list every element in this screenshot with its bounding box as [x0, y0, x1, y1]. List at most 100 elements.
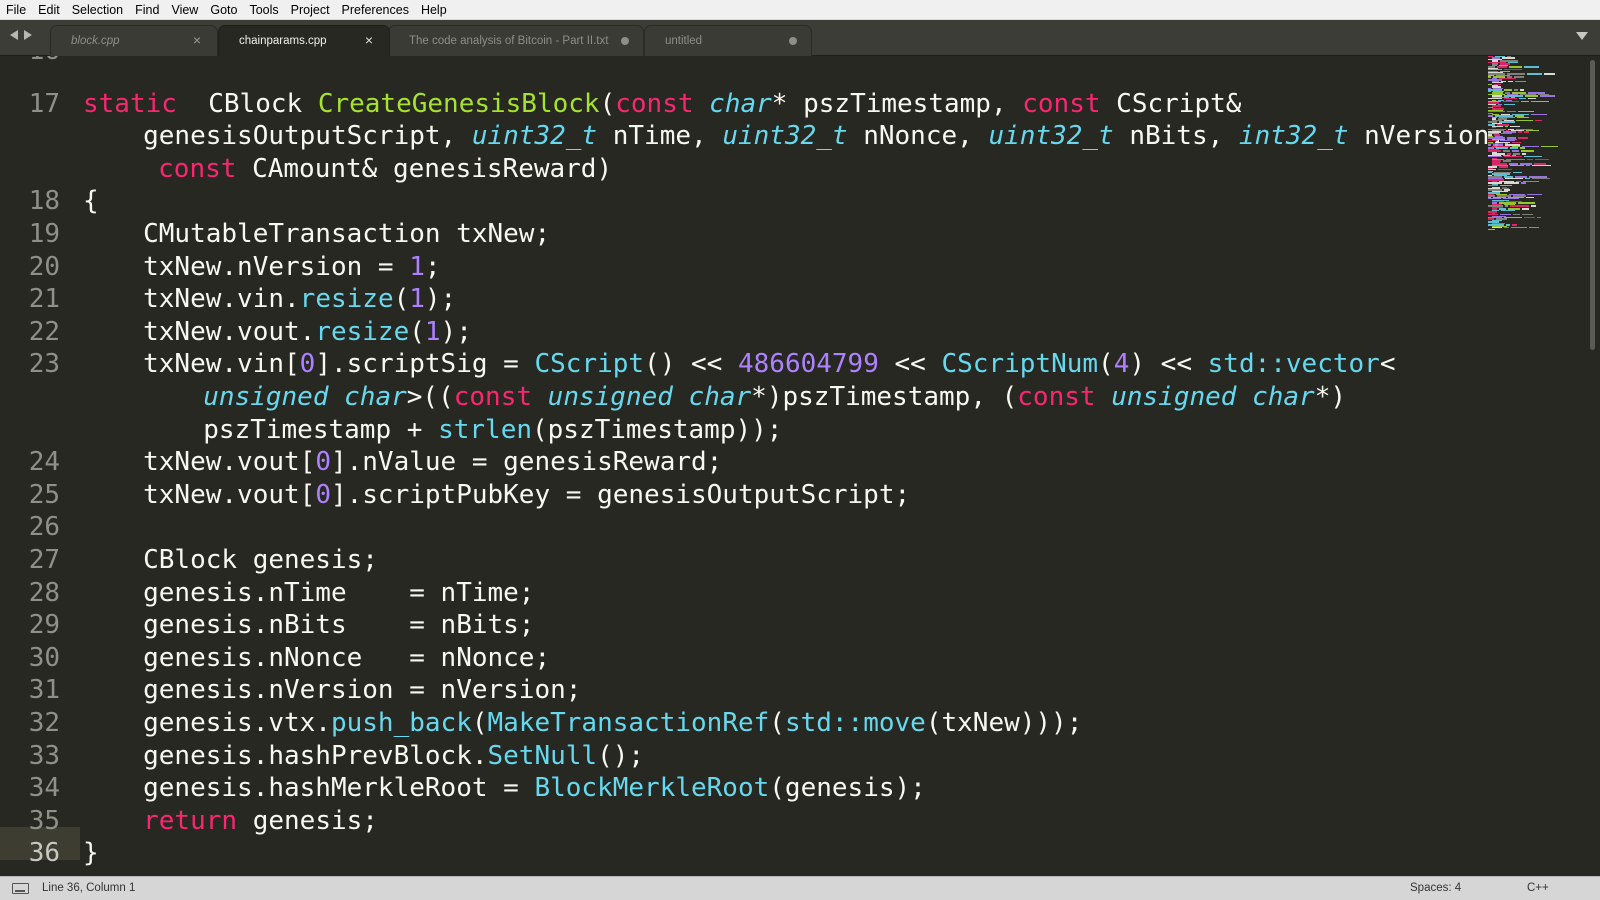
tab-navigation: [10, 30, 32, 40]
code-line[interactable]: CMutableTransaction txNew;: [143, 218, 550, 251]
code-token: CMutableTransaction txNew;: [143, 219, 551, 249]
tab-untitled[interactable]: untitled: [644, 25, 812, 56]
minimap-stroke: [1509, 147, 1519, 149]
minimap-stroke: [1514, 80, 1527, 83]
minimap-stroke: [1523, 131, 1529, 133]
line-number: 17: [28, 88, 60, 119]
code-line[interactable]: {: [83, 185, 99, 218]
menu-find[interactable]: Find: [129, 0, 165, 20]
code-token: 1: [409, 251, 425, 282]
minimap-stroke: [1526, 193, 1543, 196]
minimap-stroke: [1506, 224, 1510, 226]
code-line[interactable]: txNew.vout[0].nValue = genesisReward;: [143, 446, 722, 479]
minimap-stroke: [1507, 111, 1517, 113]
line-number: 24: [28, 447, 60, 478]
minimap-stroke: [1541, 145, 1559, 148]
code-token: genesis.nVersion = nVersion;: [143, 675, 582, 706]
indentation-setting[interactable]: Spaces: 4: [1410, 882, 1461, 894]
minimap-stroke: [1510, 205, 1529, 207]
code-line[interactable]: genesis.nVersion = nVersion;: [143, 674, 581, 707]
menu-help[interactable]: Help: [415, 0, 453, 20]
code-line[interactable]: unsigned char>((const unsigned char*)psz…: [203, 381, 1346, 414]
scroll-thumb[interactable]: [1590, 60, 1595, 350]
code-area[interactable]: static CBlock CreateGenesisBlock(const c…: [83, 56, 1505, 876]
code-token: (genesis);: [769, 773, 926, 804]
minimap-stroke: [1526, 164, 1531, 167]
triangle-right-icon[interactable]: [24, 30, 32, 40]
code-line[interactable]: }: [83, 837, 99, 870]
minimap-stroke: [1519, 89, 1525, 91]
code-line[interactable]: txNew.vout[0].scriptPubKey = genesisOutp…: [143, 479, 910, 512]
code-token: <: [1379, 349, 1396, 380]
code-line[interactable]: txNew.nVersion = 1;: [143, 251, 440, 284]
code-token: ();: [597, 740, 645, 771]
code-line[interactable]: txNew.vin.resize(1);: [143, 283, 456, 316]
syntax-selector[interactable]: C++: [1527, 882, 1549, 894]
code-line[interactable]: genesis.nTime = nTime;: [143, 577, 534, 610]
code-token: 4: [1113, 349, 1130, 380]
code-line[interactable]: pszTimestamp + strlen(pszTimestamp));: [203, 414, 782, 447]
code-editor[interactable]: 16 17 181920212223 242526272829303132333435…: [0, 56, 1600, 876]
panel-toggle-icon[interactable]: [12, 883, 29, 894]
dot-icon[interactable]: [789, 37, 797, 45]
minimap-stroke: [1516, 119, 1534, 122]
code-line[interactable]: txNew.vin[0].scriptSig = CScript() << 48…: [143, 348, 1395, 381]
code-token: genesis.hashPrevBlock.: [143, 740, 488, 771]
minimap-stroke: [1520, 182, 1526, 184]
chevron-down-icon[interactable]: [1576, 32, 1588, 40]
code-token: int32_t: [1238, 121, 1349, 152]
code-line[interactable]: genesis.nNonce = nNonce;: [143, 642, 550, 675]
minimap-stroke: [1504, 177, 1524, 180]
triangle-left-icon[interactable]: [10, 30, 18, 40]
minimap-stroke: [1518, 131, 1522, 133]
menu-preferences[interactable]: Preferences: [336, 0, 415, 20]
close-icon[interactable]: ×: [365, 33, 373, 47]
close-icon[interactable]: ×: [193, 33, 201, 47]
minimap-stroke: [1535, 119, 1543, 122]
menu-goto[interactable]: Goto: [204, 0, 243, 20]
menu-tools[interactable]: Tools: [243, 0, 284, 20]
code-token: txNew.vout[: [143, 479, 316, 510]
minimap-stroke: [1496, 66, 1508, 68]
minimap-stroke: [1488, 76, 1492, 78]
cursor-position[interactable]: Line 36, Column 1: [42, 882, 135, 894]
code-token: uint32_t: [988, 121, 1114, 152]
tab-block-cpp[interactable]: block.cpp ×: [50, 25, 218, 56]
code-token: const: [615, 88, 694, 119]
menu-edit[interactable]: Edit: [32, 0, 66, 20]
code-line[interactable]: genesisOutputScript, uint32_t nTime, uin…: [143, 120, 1505, 153]
tab-chainparams-cpp[interactable]: chainparams.cpp ×: [218, 25, 390, 56]
code-token: const: [158, 153, 237, 184]
code-token: * pszTimestamp,: [771, 88, 1023, 119]
minimap-stroke: [1510, 227, 1528, 229]
tab-code-analysis-txt[interactable]: The code analysis of Bitcoin - Part II.t…: [388, 25, 644, 56]
line-number: 35: [28, 805, 60, 836]
minimap[interactable]: [1488, 56, 1584, 256]
code-token: CScriptNum: [941, 349, 1099, 380]
menu-file[interactable]: File: [0, 0, 32, 20]
menu-selection[interactable]: Selection: [66, 0, 129, 20]
dot-icon[interactable]: [621, 37, 629, 45]
vertical-scrollbar[interactable]: [1586, 56, 1600, 876]
code-token: resize: [299, 284, 394, 315]
menu-view[interactable]: View: [165, 0, 204, 20]
code-token: (: [393, 284, 410, 315]
code-line[interactable]: return genesis;: [143, 805, 378, 838]
code-token: genesis.nTime = nTime;: [143, 577, 535, 608]
code-line[interactable]: CBlock genesis;: [143, 544, 378, 577]
code-line[interactable]: genesis.hashPrevBlock.SetNull();: [143, 740, 644, 773]
code-line[interactable]: genesis.hashMerkleRoot = BlockMerkleRoot…: [143, 772, 926, 805]
minimap-stroke: [1498, 169, 1513, 171]
line-number: 25: [28, 479, 60, 510]
code-line[interactable]: static CBlock CreateGenesisBlock(const c…: [83, 88, 1241, 121]
code-line[interactable]: genesis.vtx.push_back(MakeTransactionRef…: [143, 707, 1082, 740]
line-number: 31: [28, 675, 60, 706]
code-line[interactable]: const CAmount& genesisReward): [158, 153, 612, 186]
minimap-stroke: [1521, 208, 1530, 210]
menu-bar: File Edit Selection Find View Goto Tools Projec…: [0, 0, 1600, 20]
minimap-stroke: [1524, 156, 1542, 158]
minimap-stroke: [1531, 100, 1549, 103]
code-line[interactable]: txNew.vout.resize(1);: [143, 316, 472, 349]
code-line[interactable]: genesis.nBits = nBits;: [143, 609, 534, 642]
menu-project[interactable]: Project: [285, 0, 336, 20]
